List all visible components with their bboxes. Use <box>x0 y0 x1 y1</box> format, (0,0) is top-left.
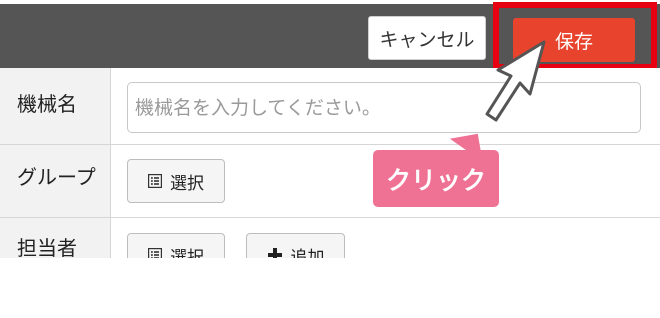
list-icon <box>148 248 162 258</box>
machine-name-input[interactable] <box>127 82 641 133</box>
assignee-add-label: 追加 <box>290 247 325 259</box>
group-label: グループ <box>17 165 96 189</box>
assignee-select-button[interactable]: 選択 <box>127 233 225 258</box>
form-row-machine-name: 機械名 <box>0 68 660 145</box>
group-select-label: 選択 <box>170 173 204 194</box>
assignee-add-button[interactable]: 追加 <box>246 233 345 258</box>
group-select-button[interactable]: 選択 <box>127 159 225 203</box>
label-cell: グループ <box>0 145 111 217</box>
form-row-group: グループ 選択 <box>0 145 660 218</box>
list-icon <box>148 174 162 188</box>
save-button[interactable]: 保存 <box>513 18 635 62</box>
assignee-label: 担当者 <box>17 236 77 258</box>
label-cell: 機械名 <box>0 68 111 144</box>
machine-name-label: 機械名 <box>17 92 77 116</box>
machine-form: 機械名 グループ 選択 <box>0 68 660 258</box>
header-bar: キャンセル 保存 <box>0 4 660 68</box>
assignee-select-label: 選択 <box>170 247 204 259</box>
plus-icon <box>267 248 282 258</box>
app-screen: キャンセル 保存 機械名 グループ <box>0 0 660 318</box>
click-callout: クリック <box>373 150 499 207</box>
label-cell: 担当者 <box>0 218 111 258</box>
form-row-assignee: 担当者 選択 追加 <box>0 218 660 258</box>
cancel-button[interactable]: キャンセル <box>368 16 486 60</box>
